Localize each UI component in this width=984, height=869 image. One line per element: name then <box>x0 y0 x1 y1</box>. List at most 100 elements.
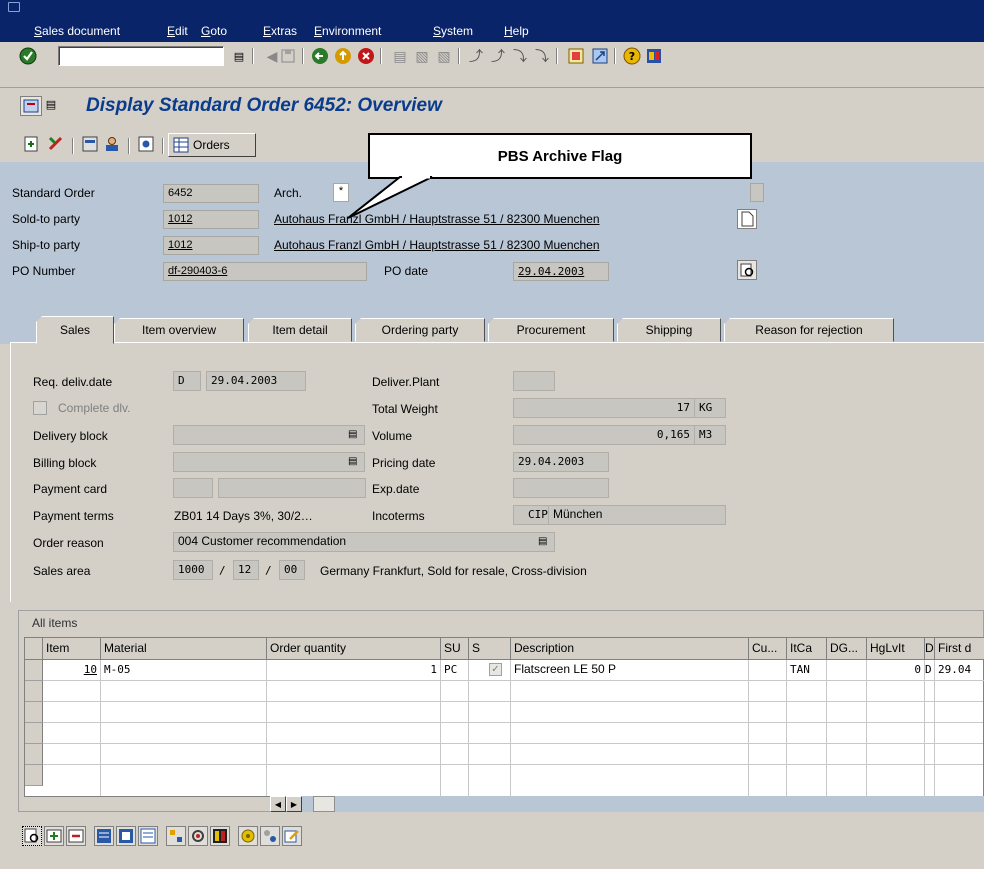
document-flow-icon[interactable]: ▤ <box>44 98 58 114</box>
header-details-icon[interactable] <box>80 134 100 154</box>
enter-check-icon[interactable] <box>18 46 38 66</box>
back-icon[interactable] <box>310 46 330 66</box>
volume-field[interactable]: 0,165 <box>513 425 695 445</box>
tab-item-overview[interactable]: Item overview <box>114 318 244 342</box>
billing-block-field[interactable] <box>173 452 365 472</box>
generate-shortcut-icon[interactable] <box>590 46 610 66</box>
change-icon[interactable] <box>46 134 66 154</box>
item-first-date[interactable]: 29.04 <box>935 660 984 681</box>
total-weight-field[interactable]: 17 <box>513 398 695 418</box>
other-document-icon[interactable] <box>20 96 42 116</box>
division-field[interactable]: 00 <box>279 560 305 580</box>
deliver-plant-field[interactable] <box>513 371 555 391</box>
item-number[interactable]: 10 <box>43 660 101 681</box>
display-configuration-icon[interactable] <box>136 134 156 154</box>
command-history-icon[interactable]: ▤ <box>229 46 249 66</box>
item-hglvit[interactable]: 0 <box>867 660 925 681</box>
menu-goto[interactable]: Goto <box>201 24 227 38</box>
select-all-cell[interactable] <box>25 638 43 660</box>
horizontal-scrollbar[interactable] <box>270 796 984 812</box>
exp-date-field[interactable] <box>513 478 609 498</box>
menu-sales-document[interactable]: Sales document <box>34 24 120 38</box>
column-header-su[interactable]: SU <box>441 638 469 660</box>
column-header-itca[interactable]: ItCa <box>787 638 827 660</box>
row-selector[interactable] <box>25 681 43 702</box>
status-overview-icon[interactable] <box>260 826 280 846</box>
select-block-icon[interactable] <box>116 826 136 846</box>
item-details-icon[interactable] <box>22 826 42 846</box>
menu-help[interactable]: Help <box>504 24 529 38</box>
row-selector[interactable] <box>25 723 43 744</box>
select-all-icon[interactable] <box>94 826 114 846</box>
item-material[interactable]: M-05 <box>101 660 267 681</box>
order-reason-field[interactable]: 004 Customer recommendation <box>173 532 555 552</box>
column-header-s[interactable]: S <box>469 638 511 660</box>
row-selector[interactable] <box>25 744 43 765</box>
tab-procurement[interactable]: Procurement <box>488 318 614 342</box>
menu-extras[interactable]: Extras <box>263 24 297 38</box>
tab-ordering-party[interactable]: Ordering party <box>355 318 485 342</box>
incoterms-place-field[interactable]: München <box>548 505 726 525</box>
complete-dlv-checkbox[interactable] <box>33 401 47 415</box>
delivery-block-field[interactable] <box>173 425 365 445</box>
row-selector[interactable] <box>25 765 43 786</box>
sold-to-description[interactable]: Autohaus Franzl GmbH / Hauptstrasse 51 /… <box>274 212 600 226</box>
orders-button[interactable]: Orders <box>168 133 256 157</box>
scroll-thumb[interactable] <box>313 796 335 812</box>
column-header-hglvit[interactable]: HgLvIt <box>867 638 925 660</box>
req-deliv-type-field[interactable]: D <box>173 371 201 391</box>
menu-system[interactable]: System <box>433 24 473 38</box>
dist-channel-field[interactable]: 12 <box>233 560 259 580</box>
business-partner-icon[interactable] <box>102 134 122 154</box>
column-header-cu[interactable]: Cu... <box>749 638 787 660</box>
payment-terms-value[interactable]: ZB01 14 Days 3%, 30/2… <box>174 509 313 523</box>
tab-reason-for-rejection[interactable]: Reason for rejection <box>724 318 894 342</box>
column-header-item[interactable]: Item <box>43 638 101 660</box>
deselect-all-icon[interactable] <box>138 826 158 846</box>
help-icon[interactable]: ? <box>622 46 642 66</box>
sold-to-field[interactable]: 1012 <box>163 210 259 229</box>
column-header-description[interactable]: Description <box>511 638 749 660</box>
item-description[interactable]: Flatscreen LE 50 P <box>511 660 749 681</box>
menu-edit[interactable]: Edit <box>167 24 188 38</box>
display-document-icon[interactable] <box>22 134 42 154</box>
column-header-order-quantity[interactable]: Order quantity <box>267 638 441 660</box>
document-flow-icon[interactable] <box>238 826 258 846</box>
exit-icon[interactable] <box>333 46 353 66</box>
item-cu[interactable] <box>749 660 787 681</box>
column-header-first-date[interactable]: First d <box>935 638 984 660</box>
req-deliv-date-field[interactable]: 29.04.2003 <box>206 371 306 391</box>
schedule-lines-icon[interactable] <box>210 826 230 846</box>
ship-to-description[interactable]: Autohaus Franzl GmbH / Hauptstrasse 51 /… <box>274 238 600 252</box>
delivery-block-dropdown-icon[interactable]: ▤ <box>348 429 357 440</box>
billing-block-dropdown-icon[interactable]: ▤ <box>348 456 357 467</box>
cancel-icon[interactable] <box>356 46 376 66</box>
po-details-icon[interactable] <box>737 260 757 280</box>
tab-shipping[interactable]: Shipping <box>617 318 721 342</box>
window-menu-icon[interactable] <box>8 2 20 12</box>
item-d[interactable]: D <box>925 660 935 681</box>
column-header-dg[interactable]: DG... <box>827 638 867 660</box>
sold-to-document-icon[interactable] <box>737 209 757 229</box>
delete-row-icon[interactable] <box>66 826 86 846</box>
row-selector[interactable] <box>25 702 43 723</box>
edit-icon[interactable] <box>282 826 302 846</box>
payment-card-type-field[interactable] <box>173 478 213 498</box>
item-s-checkbox-icon[interactable]: ✓ <box>489 663 502 676</box>
pricing-date-field[interactable]: 29.04.2003 <box>513 452 609 472</box>
tab-sales[interactable]: Sales <box>36 316 114 344</box>
scroll-right-icon[interactable]: ▶ <box>286 796 302 812</box>
insert-row-icon[interactable] <box>44 826 64 846</box>
column-header-material[interactable]: Material <box>101 638 267 660</box>
po-date-field[interactable]: 29.04.2003 <box>513 262 609 281</box>
menu-environment[interactable]: Environment <box>314 24 381 38</box>
po-number-field[interactable]: df-290403-6 <box>163 262 367 281</box>
conditions-icon[interactable] <box>166 826 186 846</box>
row-selector[interactable] <box>25 660 43 681</box>
scroll-left-icon[interactable]: ◀ <box>270 796 286 812</box>
order-reason-dropdown-icon[interactable]: ▤ <box>538 536 547 547</box>
item-su[interactable]: PC <box>441 660 469 681</box>
item-dg[interactable] <box>827 660 867 681</box>
tab-item-detail[interactable]: Item detail <box>248 318 352 342</box>
sales-org-field[interactable]: 1000 <box>173 560 213 580</box>
